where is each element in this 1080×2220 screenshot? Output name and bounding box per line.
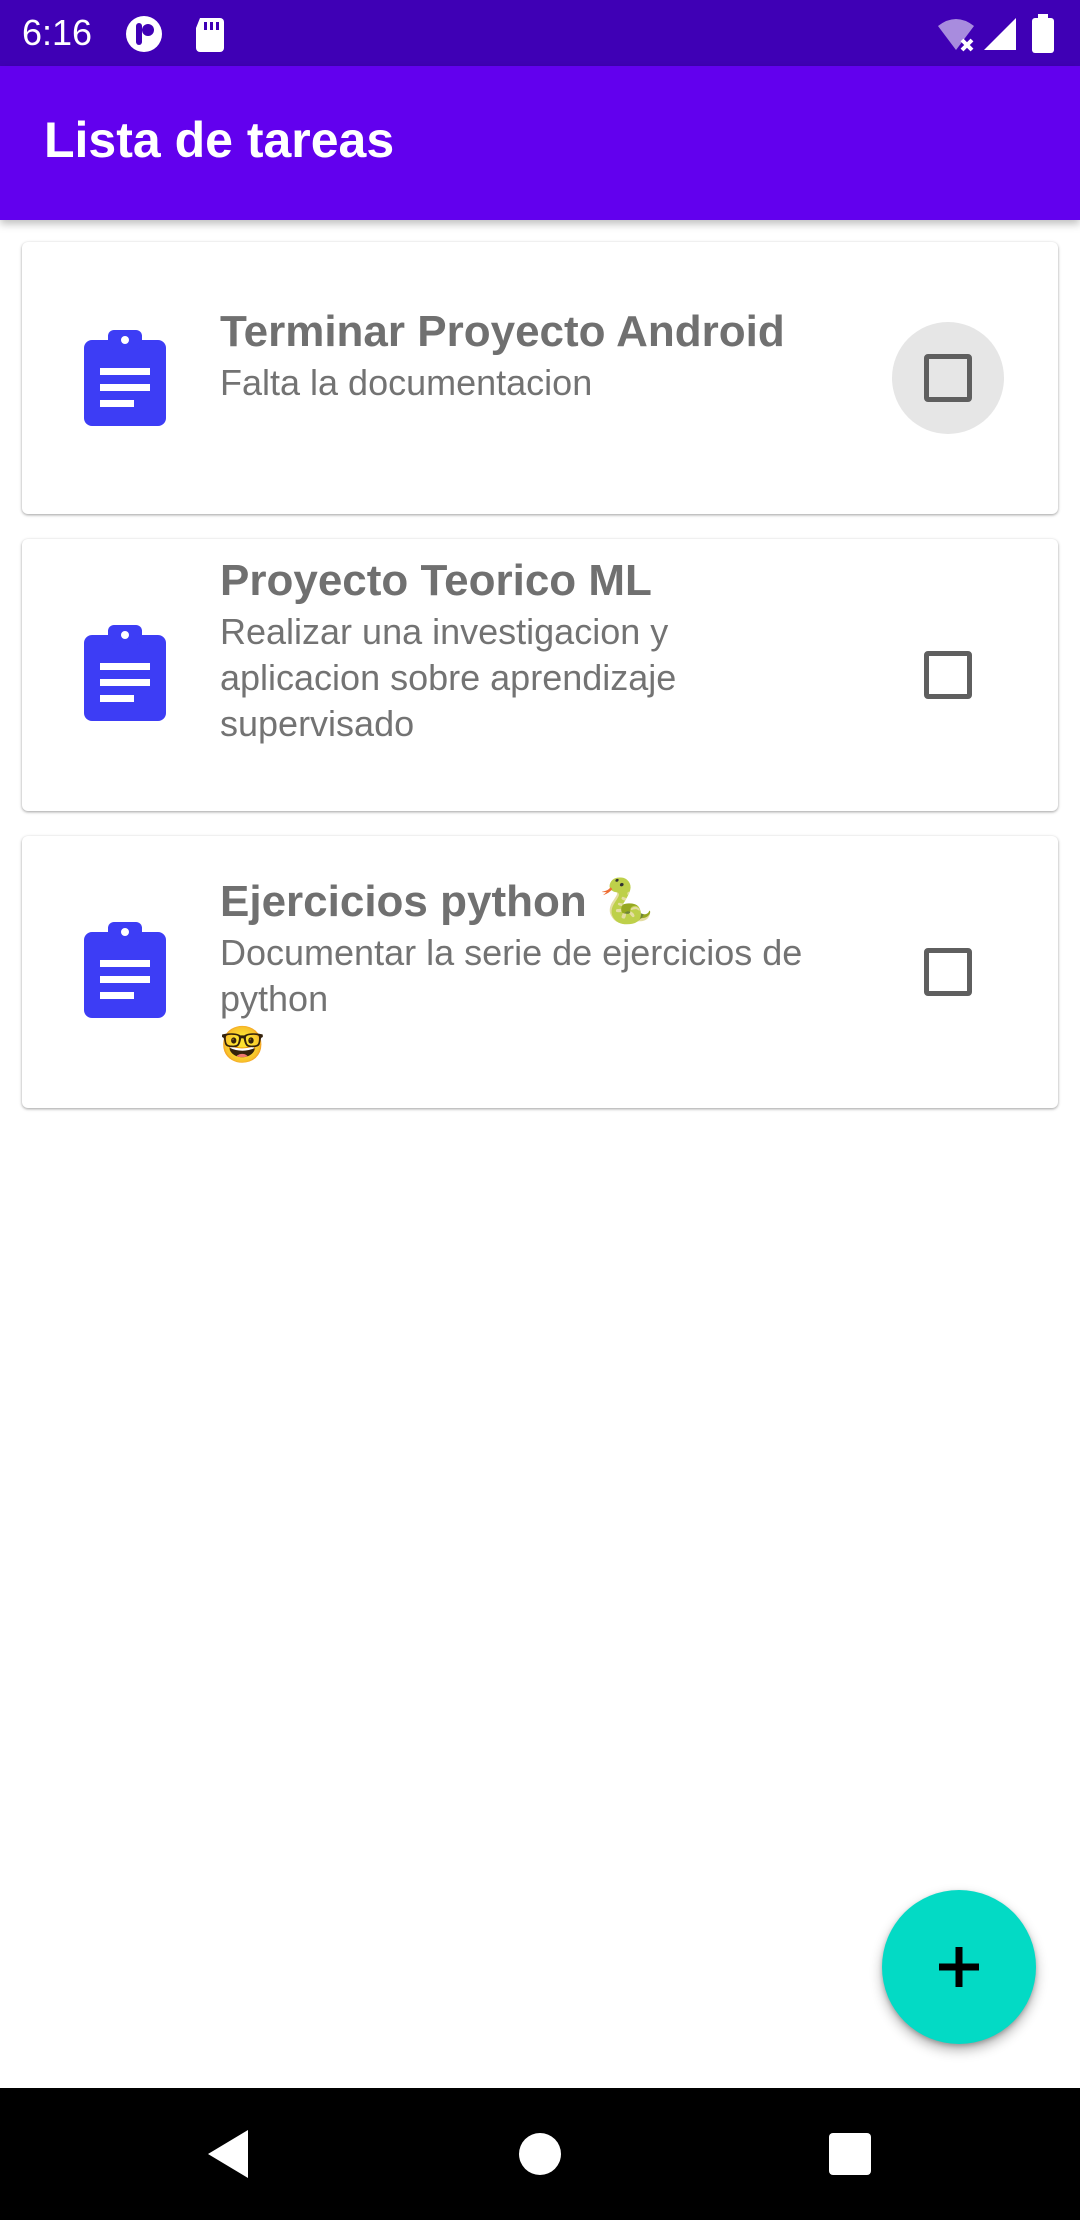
cell-signal-icon [980, 14, 1020, 54]
task-checkbox[interactable] [892, 322, 1004, 434]
navigation-bar [0, 2088, 1080, 2220]
home-icon[interactable] [504, 2118, 576, 2190]
task-title: Proyecto Teorico ML [220, 556, 652, 605]
task-checkbox[interactable] [892, 916, 1004, 1028]
task-checkbox[interactable] [892, 619, 1004, 731]
add-task-button[interactable] [882, 1890, 1036, 2044]
recents-icon[interactable] [814, 2118, 886, 2190]
app-title: Lista de tareas [44, 112, 395, 168]
task-description: Realizar una investigacion y aplicacion … [220, 611, 677, 744]
sd-card-icon [190, 14, 230, 54]
clipboard-icon [78, 328, 172, 428]
task-card[interactable]: Ejercicios python 🐍 Documentar la serie … [22, 836, 1058, 1108]
back-icon[interactable] [196, 2118, 268, 2190]
app-notification-icon [124, 14, 164, 54]
battery-icon [1030, 14, 1060, 54]
task-description: Falta la documentacion [220, 362, 593, 403]
wifi-off-icon [936, 14, 976, 54]
checkbox-box [924, 354, 972, 402]
status-bar: 6:16 [0, 0, 1080, 66]
checkbox-box [924, 651, 972, 699]
task-card[interactable]: Proyecto Teorico ML Realizar una investi… [22, 539, 1058, 811]
task-card[interactable]: Terminar Proyecto Android Falta la docum… [22, 242, 1058, 514]
task-title: Terminar Proyecto Android [220, 307, 785, 356]
status-time: 6:16 [22, 12, 93, 53]
task-title: Ejercicios python 🐍 [220, 877, 654, 926]
clipboard-icon [78, 920, 172, 1020]
checkbox-box [924, 948, 972, 996]
plus-icon [939, 1947, 979, 1987]
app-bar: Lista de tareas [0, 66, 1080, 220]
clipboard-icon [78, 623, 172, 723]
task-description: Documentar la serie de ejercicios de pyt… [220, 932, 803, 1065]
